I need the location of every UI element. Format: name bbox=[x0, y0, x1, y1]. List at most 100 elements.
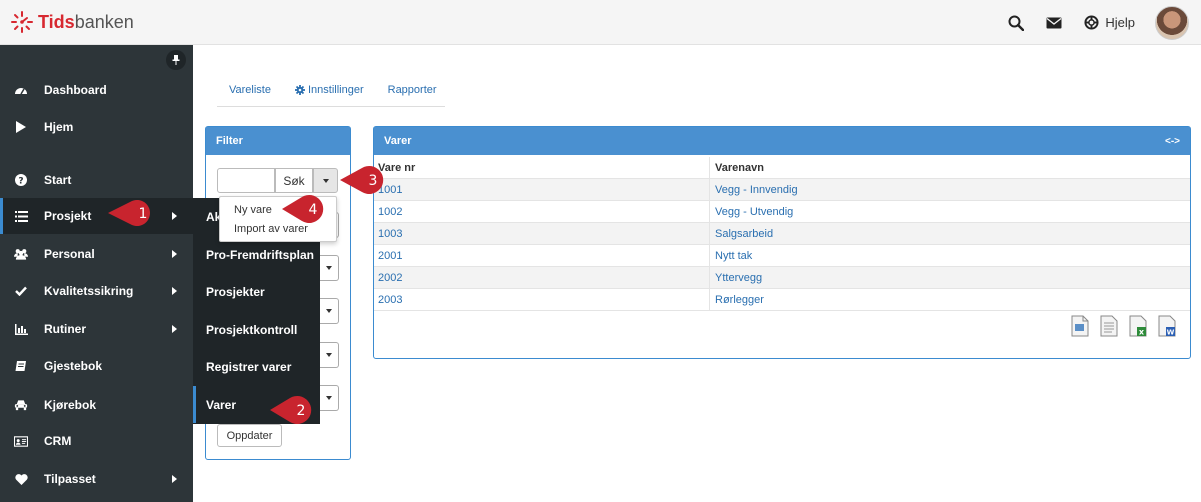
caret-down-icon bbox=[326, 396, 332, 400]
filter-select-3[interactable] bbox=[320, 342, 339, 368]
word-file-icon[interactable]: W bbox=[1158, 315, 1176, 337]
callout-3: 3 bbox=[340, 166, 384, 194]
top-bar: Tidsbanken Hjelp bbox=[0, 0, 1201, 45]
svg-text:2: 2 bbox=[297, 403, 306, 419]
cell-vare-nr[interactable]: 1002 bbox=[378, 206, 402, 218]
tab-rapporter[interactable]: Rapporter bbox=[376, 77, 449, 106]
chevron-right-icon bbox=[172, 250, 177, 258]
cell-varenavn[interactable]: Vegg - Innvendig bbox=[715, 184, 798, 196]
book-icon bbox=[14, 359, 28, 373]
table-row[interactable]: 2001 Nytt tak bbox=[374, 245, 1190, 267]
search-input[interactable] bbox=[217, 168, 275, 193]
bar-chart-icon bbox=[14, 322, 28, 336]
cell-varenavn[interactable]: Yttervegg bbox=[715, 272, 762, 284]
sidebar-item-personal[interactable]: Personal bbox=[0, 236, 193, 272]
search-button[interactable]: Søk bbox=[275, 168, 313, 193]
svg-text:3: 3 bbox=[369, 173, 378, 189]
logo[interactable]: Tidsbanken bbox=[10, 10, 134, 34]
chevron-right-icon bbox=[172, 287, 177, 295]
sidebar-item-kjorebok[interactable]: Kjørebok bbox=[0, 387, 193, 423]
tab-vareliste[interactable]: Vareliste bbox=[217, 77, 283, 106]
table-header: Vare nr Varenavn bbox=[374, 157, 1190, 179]
tab-innstillinger[interactable]: Innstillinger bbox=[283, 77, 376, 106]
question-circle-icon: ? bbox=[14, 173, 28, 187]
cell-vare-nr[interactable]: 2001 bbox=[378, 250, 402, 262]
column-header-vare-nr[interactable]: Vare nr bbox=[374, 157, 710, 178]
sidebar-item-kvalitetssikring[interactable]: Kvalitetssikring bbox=[0, 273, 193, 309]
cell-varenavn[interactable]: Vegg - Utvendig bbox=[715, 206, 793, 218]
menu-item-ny-vare[interactable]: Ny vare bbox=[234, 204, 272, 216]
table-row[interactable]: 1001 Vegg - Innvendig bbox=[374, 179, 1190, 201]
cell-varenavn[interactable]: Nytt tak bbox=[715, 250, 752, 262]
sidebar: Dashboard Hjem ? Start Prosjekt Personal… bbox=[0, 45, 193, 502]
expand-toggle[interactable]: <-> bbox=[1165, 136, 1180, 147]
sidebar-item-dashboard[interactable]: Dashboard bbox=[0, 72, 193, 108]
text-file-icon[interactable] bbox=[1100, 315, 1118, 337]
gear-icon bbox=[294, 85, 305, 95]
check-icon bbox=[14, 284, 28, 298]
dashboard-icon bbox=[14, 83, 28, 97]
sidebar-item-start[interactable]: ? Start bbox=[0, 162, 193, 198]
sidebar-item-gjestebok[interactable]: Gjestebok bbox=[0, 348, 193, 384]
table-row[interactable]: 2003 Rørlegger bbox=[374, 289, 1190, 311]
callout-2: 2 bbox=[270, 396, 312, 424]
cell-vare-nr[interactable]: 1003 bbox=[378, 228, 402, 240]
chevron-right-icon bbox=[172, 325, 177, 333]
lifebuoy-icon bbox=[1084, 15, 1099, 30]
sidebar-item-prosjekt[interactable]: Prosjekt bbox=[0, 198, 193, 234]
callout-1: 1 bbox=[108, 200, 150, 226]
column-header-varenavn[interactable]: Varenavn bbox=[710, 157, 764, 178]
pin-icon[interactable] bbox=[166, 50, 186, 70]
sidebar-item-tilpasset[interactable]: Tilpasset bbox=[0, 461, 193, 497]
svg-text:x: x bbox=[1139, 328, 1145, 337]
envelope-icon[interactable] bbox=[1046, 15, 1062, 31]
search-dropdown-toggle[interactable] bbox=[313, 168, 338, 193]
car-icon bbox=[14, 398, 28, 412]
id-card-icon bbox=[14, 434, 28, 448]
varer-table: Vare nr Varenavn 1001 Vegg - Innvendig 1… bbox=[374, 157, 1190, 311]
filter-panel-title: Filter bbox=[206, 127, 350, 155]
caret-down-icon bbox=[326, 353, 332, 357]
logo-clock-icon bbox=[11, 11, 33, 33]
update-button[interactable]: Oppdater bbox=[217, 424, 282, 447]
chevron-right-icon bbox=[172, 212, 177, 220]
svg-text:?: ? bbox=[18, 177, 23, 187]
sidebar-item-crm[interactable]: CRM bbox=[0, 423, 193, 459]
cell-vare-nr[interactable]: 2002 bbox=[378, 272, 402, 284]
svg-text:4: 4 bbox=[309, 202, 318, 218]
caret-down-icon bbox=[322, 178, 329, 183]
list-icon bbox=[14, 209, 28, 223]
cell-varenavn[interactable]: Rørlegger bbox=[715, 294, 764, 306]
export-toolbar: x W bbox=[1071, 315, 1187, 337]
excel-file-icon[interactable]: x bbox=[1129, 315, 1147, 337]
logo-text: Tidsbanken bbox=[38, 11, 134, 32]
table-row[interactable]: 1003 Salgsarbeid bbox=[374, 223, 1190, 245]
help-label: Hjelp bbox=[1105, 15, 1135, 30]
varer-panel-title: Varer bbox=[384, 135, 412, 147]
users-icon bbox=[14, 247, 28, 261]
sidebar-item-rutiner[interactable]: Rutiner bbox=[0, 311, 193, 347]
filter-select-2[interactable] bbox=[320, 298, 339, 324]
svg-text:1: 1 bbox=[139, 206, 148, 222]
sidebar-item-hjem[interactable]: Hjem bbox=[0, 109, 193, 145]
play-icon bbox=[14, 120, 28, 134]
varer-panel-header: Varer <-> bbox=[374, 127, 1190, 155]
caret-down-icon bbox=[326, 266, 332, 270]
cell-vare-nr[interactable]: 2003 bbox=[378, 294, 402, 306]
filter-select-1[interactable] bbox=[320, 255, 339, 281]
table-row[interactable]: 1002 Vegg - Utvendig bbox=[374, 201, 1190, 223]
tab-bar: Vareliste Innstillinger Rapporter bbox=[217, 77, 445, 107]
search-icon[interactable] bbox=[1008, 15, 1025, 31]
help-link[interactable]: Hjelp bbox=[1084, 15, 1135, 30]
heart-icon bbox=[14, 472, 28, 486]
submenu-item-prosjekter[interactable]: Prosjekter bbox=[193, 273, 320, 310]
export-file-icon[interactable] bbox=[1071, 315, 1089, 337]
filter-select-4[interactable] bbox=[320, 385, 339, 411]
submenu-item-registrer-varer[interactable]: Registrer varer bbox=[193, 348, 320, 385]
avatar[interactable] bbox=[1155, 5, 1189, 40]
chevron-right-icon bbox=[172, 475, 177, 483]
table-row[interactable]: 2002 Yttervegg bbox=[374, 267, 1190, 289]
cell-varenavn[interactable]: Salgsarbeid bbox=[715, 228, 773, 240]
svg-text:W: W bbox=[1167, 329, 1175, 337]
submenu-item-prosjektkontroll[interactable]: Prosjektkontroll bbox=[193, 311, 320, 348]
